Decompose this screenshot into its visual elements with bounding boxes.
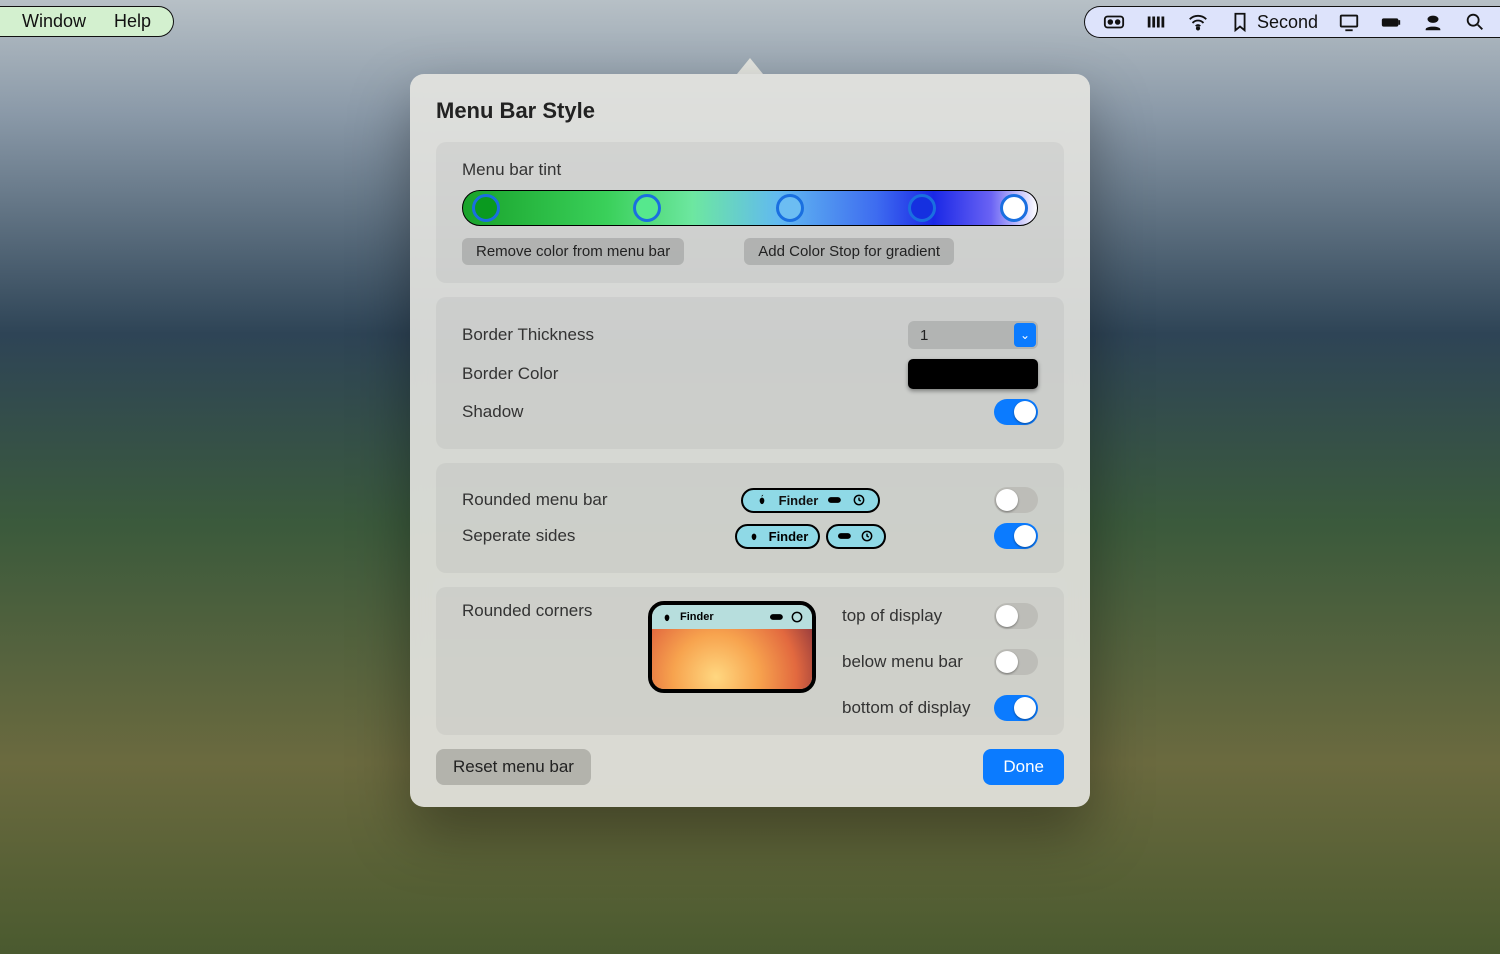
clock-mini-icon bbox=[852, 493, 866, 507]
border-thickness-stepper[interactable]: 1 ⌄ bbox=[908, 321, 1038, 349]
gradient-stop[interactable] bbox=[776, 194, 804, 222]
apple-icon bbox=[747, 529, 761, 543]
toggle-mini-icon bbox=[838, 529, 852, 543]
display-icon[interactable] bbox=[1338, 11, 1360, 33]
status-second[interactable]: Second bbox=[1229, 11, 1318, 33]
shadow-label: Shadow bbox=[462, 402, 523, 422]
rounded-menubar-toggle[interactable] bbox=[994, 487, 1038, 513]
vr-icon[interactable] bbox=[1103, 11, 1125, 33]
preview-app-label: Finder bbox=[769, 529, 809, 544]
border-color-swatch[interactable] bbox=[908, 359, 1038, 389]
battery-icon[interactable] bbox=[1380, 11, 1402, 33]
preview-app-label: Finder bbox=[779, 493, 819, 508]
preview-app-label: Finder bbox=[680, 611, 714, 623]
rounded-menubar-label: Rounded menu bar bbox=[462, 490, 627, 510]
gradient-stop[interactable] bbox=[908, 194, 936, 222]
status-second-label: Second bbox=[1257, 12, 1318, 33]
corners-top-label: top of display bbox=[842, 606, 942, 626]
menu-bar-style-panel: Menu Bar Style Menu bar tint Remove colo… bbox=[410, 74, 1090, 807]
menubar-left: Window Help bbox=[0, 6, 174, 37]
tint-label: Menu bar tint bbox=[462, 160, 1038, 180]
corners-top-toggle[interactable] bbox=[994, 603, 1038, 629]
reset-button[interactable]: Reset menu bar bbox=[436, 749, 591, 785]
section-rounded: Rounded menu bar Finder Seperate sides F… bbox=[436, 463, 1064, 573]
done-button[interactable]: Done bbox=[983, 749, 1064, 785]
toggle-mini-icon bbox=[828, 493, 842, 507]
panel-title: Menu Bar Style bbox=[436, 98, 1064, 124]
separate-preview: Finder bbox=[735, 524, 887, 549]
border-color-label: Border Color bbox=[462, 364, 558, 384]
corners-below-toggle[interactable] bbox=[994, 649, 1038, 675]
popover: Menu Bar Style Menu bar tint Remove colo… bbox=[410, 58, 1090, 807]
gradient-stop[interactable] bbox=[1000, 194, 1028, 222]
add-color-stop-button[interactable]: Add Color Stop for gradient bbox=[744, 238, 954, 265]
corners-below-label: below menu bar bbox=[842, 652, 963, 672]
menubar-right: Second bbox=[1084, 6, 1500, 38]
gradient-stop[interactable] bbox=[472, 194, 500, 222]
apple-icon bbox=[755, 493, 769, 507]
section-corners: Rounded corners Finder bbox=[436, 587, 1064, 735]
border-thickness-value: 1 bbox=[920, 327, 928, 344]
stepper-arrows-icon[interactable]: ⌄ bbox=[1014, 323, 1036, 347]
remove-color-button[interactable]: Remove color from menu bar bbox=[462, 238, 684, 265]
clock-mini-icon bbox=[790, 610, 804, 624]
gradient-stop[interactable] bbox=[633, 194, 661, 222]
search-icon[interactable] bbox=[1464, 11, 1486, 33]
user-silhouette-icon[interactable] bbox=[1422, 11, 1444, 33]
corners-bottom-toggle[interactable] bbox=[994, 695, 1038, 721]
popover-arrow bbox=[737, 58, 763, 74]
separate-sides-toggle[interactable] bbox=[994, 523, 1038, 549]
tint-gradient-bar[interactable] bbox=[462, 190, 1038, 226]
section-tint: Menu bar tint Remove color from menu bar… bbox=[436, 142, 1064, 283]
menu-help[interactable]: Help bbox=[114, 11, 151, 32]
battery-bars-icon[interactable] bbox=[1145, 11, 1167, 33]
border-thickness-label: Border Thickness bbox=[462, 325, 594, 345]
toggle-mini-icon bbox=[770, 610, 784, 624]
corners-bottom-label: bottom of display bbox=[842, 698, 971, 718]
wifi-icon[interactable] bbox=[1187, 11, 1209, 33]
shadow-toggle[interactable] bbox=[994, 399, 1038, 425]
rounded-corners-label: Rounded corners bbox=[462, 601, 622, 621]
separate-sides-label: Seperate sides bbox=[462, 526, 627, 546]
bookmark-icon bbox=[1229, 11, 1251, 33]
apple-icon bbox=[660, 610, 674, 624]
menu-window[interactable]: Window bbox=[22, 11, 86, 32]
corners-preview: Finder bbox=[648, 601, 816, 693]
section-border: Border Thickness 1 ⌄ Border Color Shadow bbox=[436, 297, 1064, 449]
rounded-preview: Finder bbox=[741, 488, 881, 513]
clock-mini-icon bbox=[860, 529, 874, 543]
